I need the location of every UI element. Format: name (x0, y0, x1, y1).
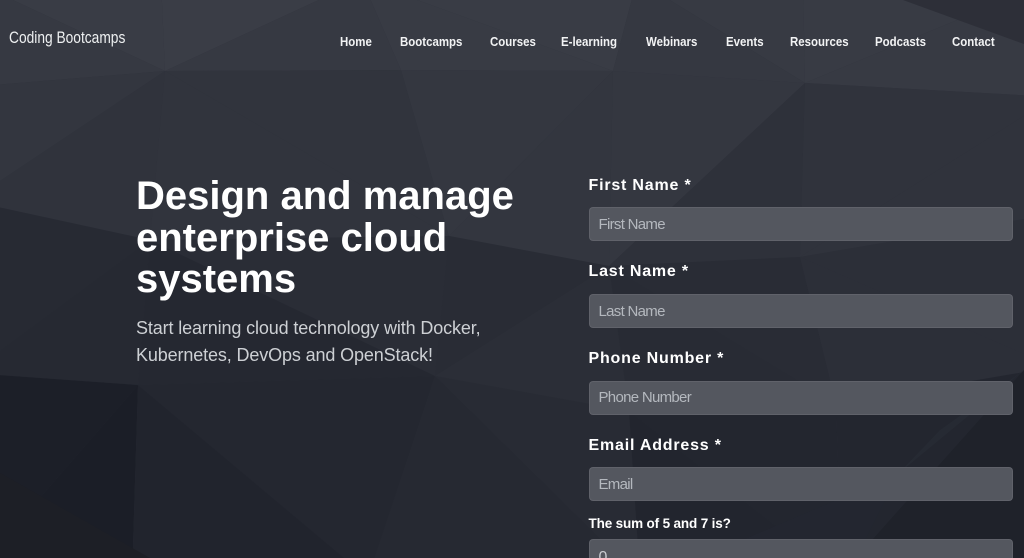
form-group-quiz: The sum of 5 and 7 is? (589, 515, 1013, 558)
phone-label: Phone Number * (589, 349, 1013, 368)
form-group-last-name: Last Name * (589, 262, 1013, 328)
phone-input[interactable] (589, 381, 1013, 415)
nav-item-resources[interactable]: Resources (790, 35, 849, 49)
first-name-input[interactable] (589, 207, 1013, 241)
hero-subtitle: Start learning cloud technology with Doc… (136, 315, 508, 370)
nav-item-webinars[interactable]: Webinars (646, 35, 697, 49)
brand-logo-text[interactable]: Coding Bootcamps (9, 28, 125, 48)
first-name-label: First Name * (589, 176, 1013, 195)
hero-section: Design and manage enterprise cloud syste… (136, 176, 536, 369)
nav-item-bootcamps[interactable]: Bootcamps (400, 35, 462, 49)
nav-item-home[interactable]: Home (340, 35, 372, 49)
email-input[interactable] (589, 467, 1013, 501)
nav-item-elearning[interactable]: E-learning (561, 35, 617, 49)
form-group-phone: Phone Number * (589, 349, 1013, 415)
form-group-email: Email Address * (589, 436, 1013, 502)
nav-item-podcasts[interactable]: Podcasts (875, 35, 926, 49)
hero-title: Design and manage enterprise cloud syste… (136, 176, 536, 300)
last-name-label: Last Name * (589, 262, 1013, 281)
quiz-answer-input[interactable] (589, 539, 1013, 558)
nav-item-events[interactable]: Events (726, 35, 764, 49)
form-group-first-name: First Name * (589, 176, 1013, 242)
last-name-input[interactable] (589, 294, 1013, 328)
nav-item-courses[interactable]: Courses (490, 35, 536, 49)
nav-item-contact[interactable]: Contact (952, 35, 995, 49)
email-label: Email Address * (589, 436, 1013, 455)
lead-capture-form: First Name * Last Name * Phone Number * … (589, 176, 1013, 558)
quiz-label: The sum of 5 and 7 is? (589, 515, 1013, 532)
